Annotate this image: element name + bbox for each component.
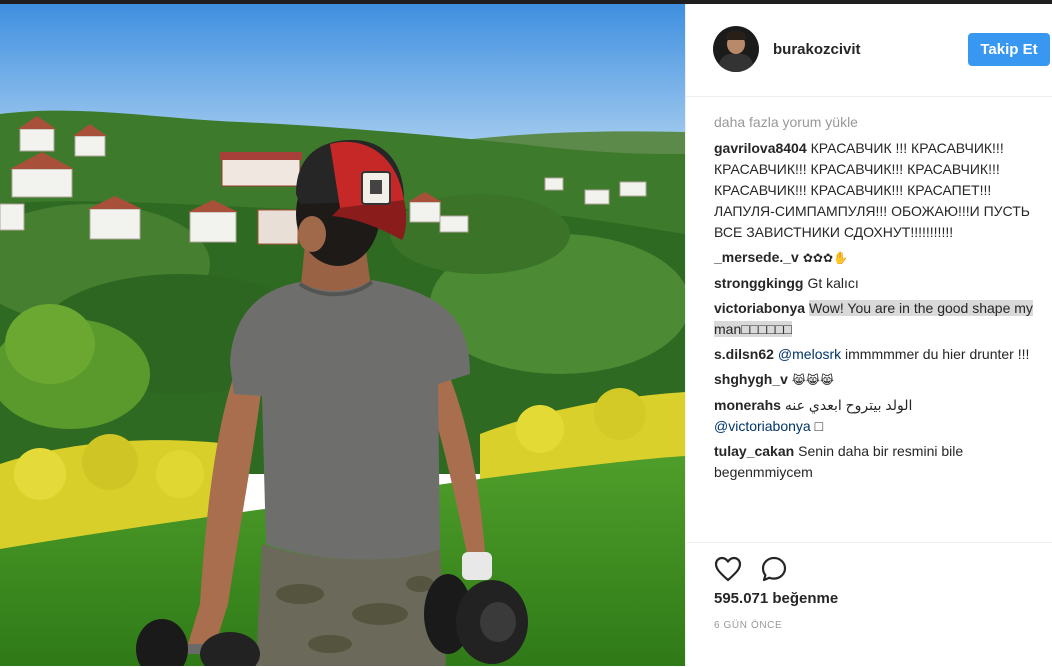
post-timestamp[interactable]: 6 GÜN ÖNCE <box>714 620 782 631</box>
comment-item: victoriabonya Wow! You are in the good sh… <box>714 298 1034 340</box>
load-more-comments-link[interactable]: daha fazla yorum yükle <box>714 112 1034 133</box>
comment-username[interactable]: s.dilsn62 <box>714 346 774 362</box>
comment-item: shghygh_v 😹😹😹 <box>714 369 1034 391</box>
comment-item: s.dilsn62 @melosrk immmmmer du hier drunt… <box>714 344 1034 365</box>
post-author-username[interactable]: burakozcivit <box>773 41 861 58</box>
comment-text: 😹😹😹 <box>791 373 834 387</box>
comment-item: _mersede._v ✿✿✿✋ <box>714 247 1034 269</box>
post-header: burakozcivit Takip Et <box>686 4 1052 97</box>
photo-scene <box>0 4 685 666</box>
comment-suffix: □ <box>814 418 824 434</box>
comment-username[interactable]: stronggkingg <box>714 275 803 291</box>
comment-username[interactable]: tulay_cakan <box>714 443 794 459</box>
post-side-panel: burakozcivit Takip Et daha fazla yorum y… <box>685 4 1052 666</box>
comment-item: monerahs الولد بيتروح ابعدي عنه @victoriab… <box>714 395 1034 437</box>
comment-username[interactable]: gavrilova8404 <box>714 140 807 156</box>
comment-item: tulay_cakan Senin daha bir resmini bile b… <box>714 441 1034 483</box>
heart-icon[interactable] <box>712 553 744 585</box>
comment-username[interactable]: monerahs <box>714 397 781 413</box>
comment-mention-link[interactable]: @melosrk <box>778 346 841 362</box>
post-actions: 595.071 beğenme 6 GÜN ÖNCE <box>686 542 1052 667</box>
comment-bubble-icon[interactable] <box>758 553 790 585</box>
comment-text: Gt kalıcı <box>807 275 859 291</box>
comment-text: ✿✿✿✋ <box>802 251 848 265</box>
comment-item: gavrilova8404 КРАСАВЧИК !!! КРАСАВЧИК!!! … <box>714 138 1034 243</box>
comments-list: daha fazla yorum yükle gavrilova8404 КРАС… <box>714 112 1034 542</box>
comment-item: stronggkingg Gt kalıcı <box>714 273 1034 294</box>
comment-username[interactable]: _mersede._v <box>714 249 799 265</box>
follow-button[interactable]: Takip Et <box>968 33 1050 66</box>
comment-username[interactable]: shghygh_v <box>714 371 788 387</box>
post-photo[interactable] <box>0 4 685 666</box>
avatar[interactable] <box>713 26 759 72</box>
dumbbell-right <box>424 574 528 664</box>
likes-count[interactable]: 595.071 beğenme <box>714 590 838 607</box>
comment-text: الولد بيتروح ابعدي عنه <box>784 397 913 413</box>
comment-mention-link[interactable]: @victoriabonya <box>714 418 811 434</box>
comment-text: immmmmer du hier drunter !!! <box>845 346 1030 362</box>
comment-username[interactable]: victoriabonya <box>714 300 805 316</box>
